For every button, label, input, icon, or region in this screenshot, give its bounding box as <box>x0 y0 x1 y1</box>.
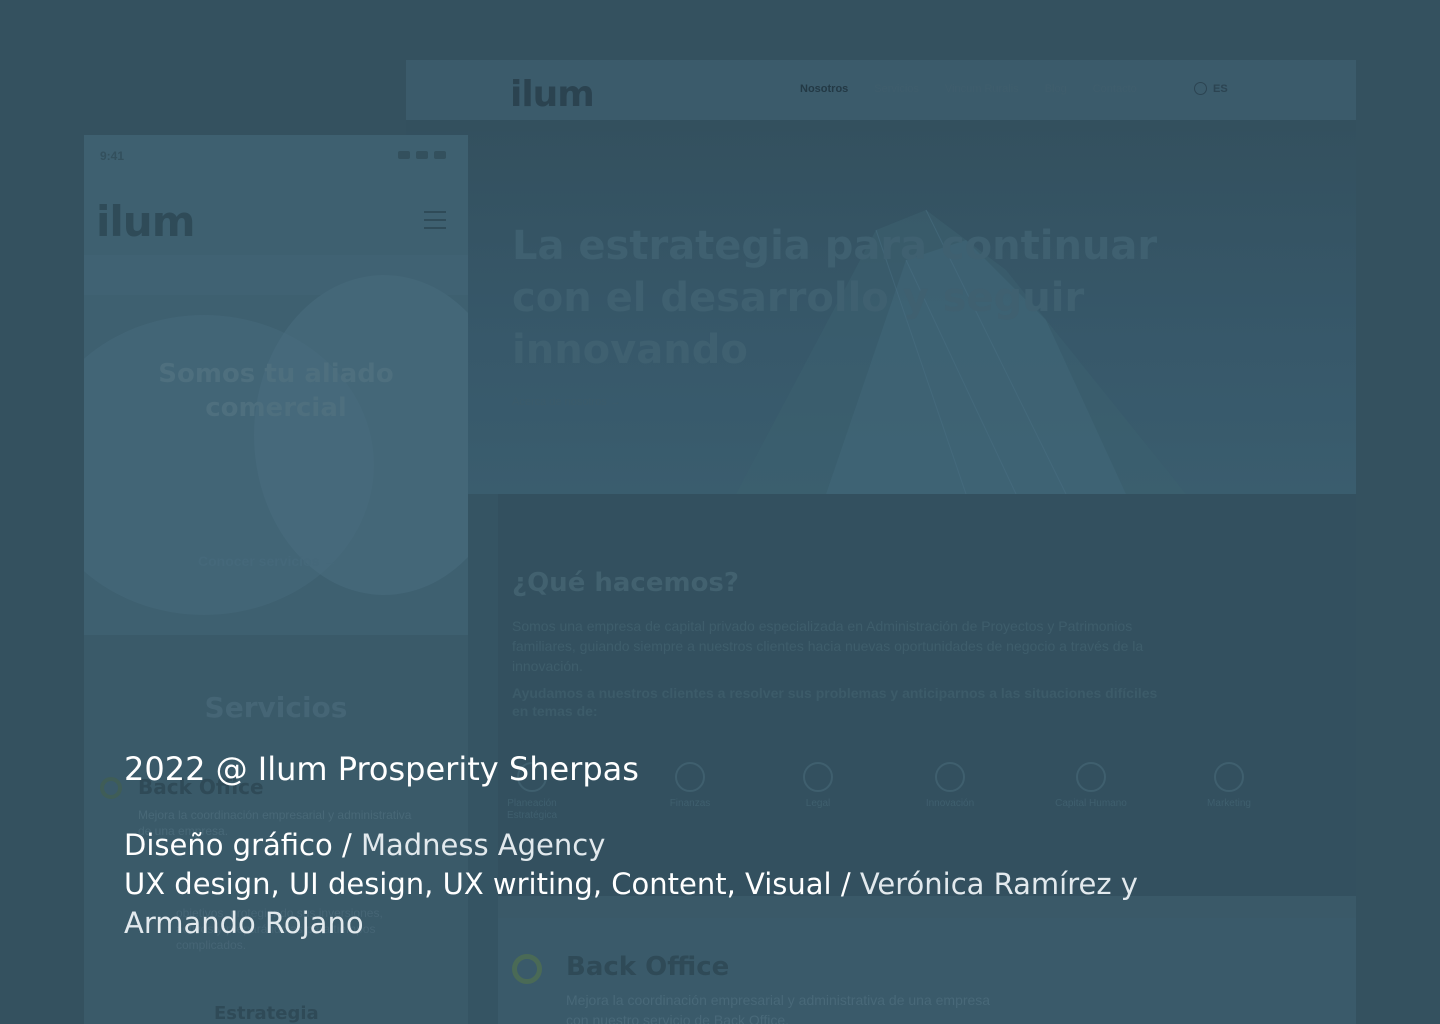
nav-item-vincum-ruralis[interactable]: Vincum Ruralis <box>945 83 1019 95</box>
mobile-hero-title: Somos tu aliado comercial <box>158 359 394 423</box>
mobile-logo[interactable]: ilum <box>96 197 195 246</box>
language-selector[interactable]: ES <box>1194 82 1228 95</box>
battery-icon <box>434 151 446 159</box>
section-highlight: Ayudamos a nuestros clientes a resolver … <box>512 685 1158 719</box>
section-title: ¿Qué hacemos? <box>512 568 739 598</box>
about-us-link[interactable]: Acerca de nosotros → <box>512 396 621 408</box>
credit-line-ux: UX design, UI design, UX writing, Conten… <box>124 865 1224 943</box>
mobile-estrategia-title: Estrategia <box>214 1003 319 1024</box>
nav-item-blog[interactable]: Blog <box>1045 83 1067 95</box>
desktop-hero: La estrategia para continuar con el desa… <box>406 120 1356 494</box>
nav-item-nosotros[interactable]: Nosotros <box>800 83 848 95</box>
credit-role: Diseño gráfico / <box>124 828 361 862</box>
status-icons <box>398 151 446 159</box>
wifi-icon <box>416 151 428 159</box>
credits-overlay: 2022 @ Ilum Prosperity Sherpas Diseño gr… <box>124 750 1224 943</box>
section-paragraph: Somos una empresa de capital privado esp… <box>512 618 1144 674</box>
project-year-line: 2022 @ Ilum Prosperity Sherpas <box>124 750 639 788</box>
signal-icon <box>398 151 410 159</box>
ring-icon <box>100 777 122 799</box>
ring-icon <box>512 954 542 984</box>
services-title: Servicios <box>204 691 348 724</box>
status-time: 9:41 <box>100 149 125 163</box>
nav-item-servicios[interactable]: Servicios <box>874 83 919 95</box>
credit-line-graphic-design: Diseño gráfico / Madness Agency <box>124 826 1224 865</box>
hamburger-menu-icon[interactable] <box>424 211 446 235</box>
desktop-logo[interactable]: ilum <box>510 74 595 115</box>
credit-role: UX design, UI design, UX writing, Conten… <box>124 867 860 901</box>
mobile-hero: 9:41 ilum Somos tu aliado comercial Cono… <box>84 135 468 635</box>
backoffice-text: Mejora la coordinación empresarial y adm… <box>566 992 991 1024</box>
know-services-button[interactable]: Conocer servicios → <box>198 553 337 569</box>
backoffice-title: Back Office <box>566 952 730 982</box>
language-label: ES <box>1213 82 1228 95</box>
credit-name: Madness Agency <box>360 828 606 862</box>
desktop-navbar: ilum Nosotros Servicios Vincum Ruralis B… <box>406 60 1356 120</box>
desktop-menu: Nosotros Servicios Vincum Ruralis Blog C… <box>800 83 1137 95</box>
nav-item-contacto[interactable]: Contacto <box>1093 83 1137 95</box>
desktop-hero-title: La estrategia para continuar con el desa… <box>512 223 1158 373</box>
globe-icon <box>1194 82 1207 95</box>
